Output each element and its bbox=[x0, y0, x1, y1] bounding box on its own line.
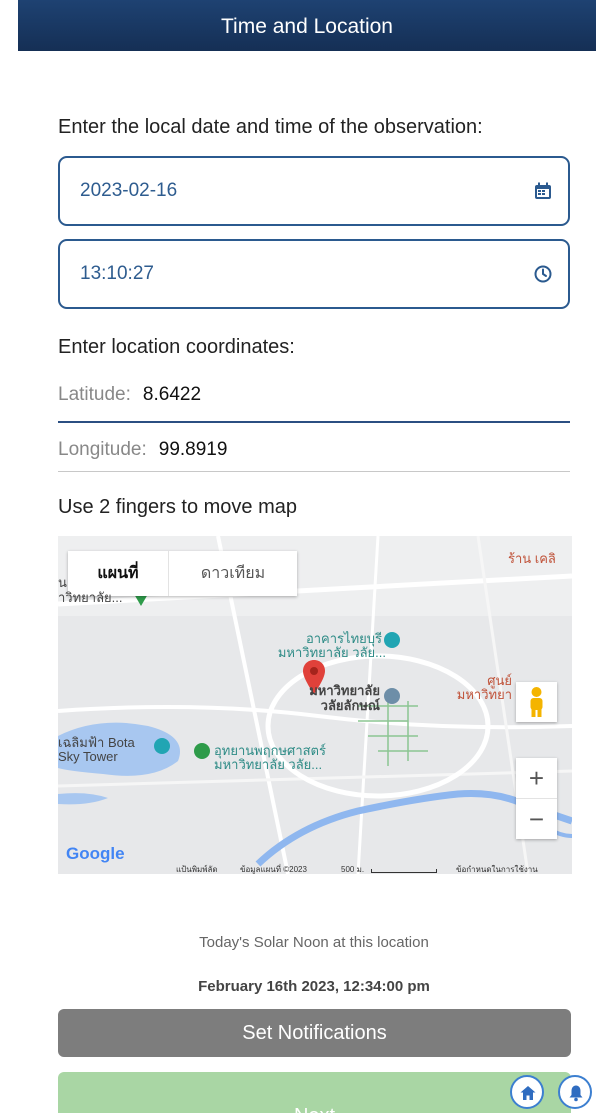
zoom-in-button[interactable]: + bbox=[516, 758, 557, 798]
longitude-input[interactable]: Longitude: 99.8919 bbox=[58, 439, 227, 461]
notifications-bell-button[interactable] bbox=[558, 1075, 592, 1109]
map-label: มหาวิทยาลัย วลัย... bbox=[277, 645, 386, 660]
map-label-text: น bbox=[58, 575, 67, 590]
map-label: ร้าน เคลิ bbox=[508, 551, 556, 566]
map-type-satellite[interactable]: ดาวเทียม bbox=[169, 551, 297, 596]
map-hint: Use 2 fingers to move map bbox=[58, 496, 297, 518]
home-icon bbox=[520, 1086, 536, 1100]
set-notifications-button[interactable]: Set Notifications bbox=[58, 1009, 571, 1057]
terms-link[interactable]: ข้อกำหนดในการใช้งาน bbox=[456, 863, 538, 874]
time-value: 13:10:27 bbox=[80, 263, 154, 284]
map-view[interactable]: แผนที่ ดาวเทียม น าวิทยาลัย... ร้าน เคลิ… bbox=[58, 536, 572, 874]
map-label: เฉลิมฟ้า Bota bbox=[58, 735, 135, 750]
location-prompt: Enter location coordinates: bbox=[58, 336, 295, 358]
latitude-value: 8.6422 bbox=[142, 384, 202, 405]
map-label: มหาวิทยาลัย วลัย... bbox=[214, 757, 323, 772]
map-label: Sky Tower bbox=[58, 749, 118, 764]
map-label: อุทยานพฤกษศาสตร์ bbox=[214, 743, 326, 758]
zoom-out-button[interactable]: − bbox=[516, 799, 557, 839]
street-view-button[interactable] bbox=[516, 682, 557, 722]
map-label: อาคารไทยบุรี bbox=[305, 631, 382, 646]
latitude-underline bbox=[58, 421, 570, 423]
clock-icon[interactable] bbox=[534, 265, 552, 283]
next-button[interactable]: Next bbox=[58, 1072, 571, 1113]
map-scale-label[interactable]: 500 ม. bbox=[341, 863, 364, 874]
page-title: Time and Location bbox=[18, 0, 596, 51]
latitude-input[interactable]: Latitude: 8.6422 bbox=[58, 384, 201, 406]
map-label: ศูนย์ bbox=[487, 673, 512, 688]
map-label: มหาวิทยาลัย bbox=[309, 683, 380, 698]
map-label: าวิทยาลัย... bbox=[58, 590, 123, 605]
time-input[interactable]: 13:10:27 bbox=[58, 239, 570, 309]
google-logo-text: Google bbox=[66, 844, 125, 863]
map-label: น bbox=[58, 576, 67, 590]
longitude-value: 99.8919 bbox=[158, 439, 228, 460]
date-input[interactable]: 2023-02-16 bbox=[58, 156, 570, 226]
zoom-control: + − bbox=[516, 758, 557, 839]
map-label: วลัยลักษณ์ bbox=[320, 698, 380, 713]
datetime-prompt: Enter the local date and time of the obs… bbox=[58, 116, 483, 138]
longitude-underline bbox=[58, 471, 570, 472]
bell-icon bbox=[569, 1085, 583, 1102]
keyboard-shortcuts-link[interactable]: แป้นพิมพ์ลัด bbox=[176, 863, 218, 874]
date-value: 2023-02-16 bbox=[80, 180, 178, 201]
pegman-icon bbox=[530, 687, 543, 717]
map-label: มหาวิทยา bbox=[456, 687, 512, 702]
longitude-label: Longitude: bbox=[58, 439, 147, 460]
calendar-icon[interactable] bbox=[534, 182, 552, 200]
map-data-attribution[interactable]: ข้อมูลแผนที่ ©2023 bbox=[240, 863, 307, 874]
solar-noon-value: February 16th 2023, 12:34:00 pm bbox=[198, 978, 430, 995]
home-button[interactable] bbox=[510, 1075, 544, 1109]
page: Time and Location Enter the local date a… bbox=[0, 0, 596, 1113]
latitude-label: Latitude: bbox=[58, 384, 131, 405]
google-logo[interactable]: Google bbox=[66, 844, 125, 864]
solar-noon-label: Today's Solar Noon at this location bbox=[199, 934, 429, 951]
map-scale-bar bbox=[371, 869, 437, 873]
